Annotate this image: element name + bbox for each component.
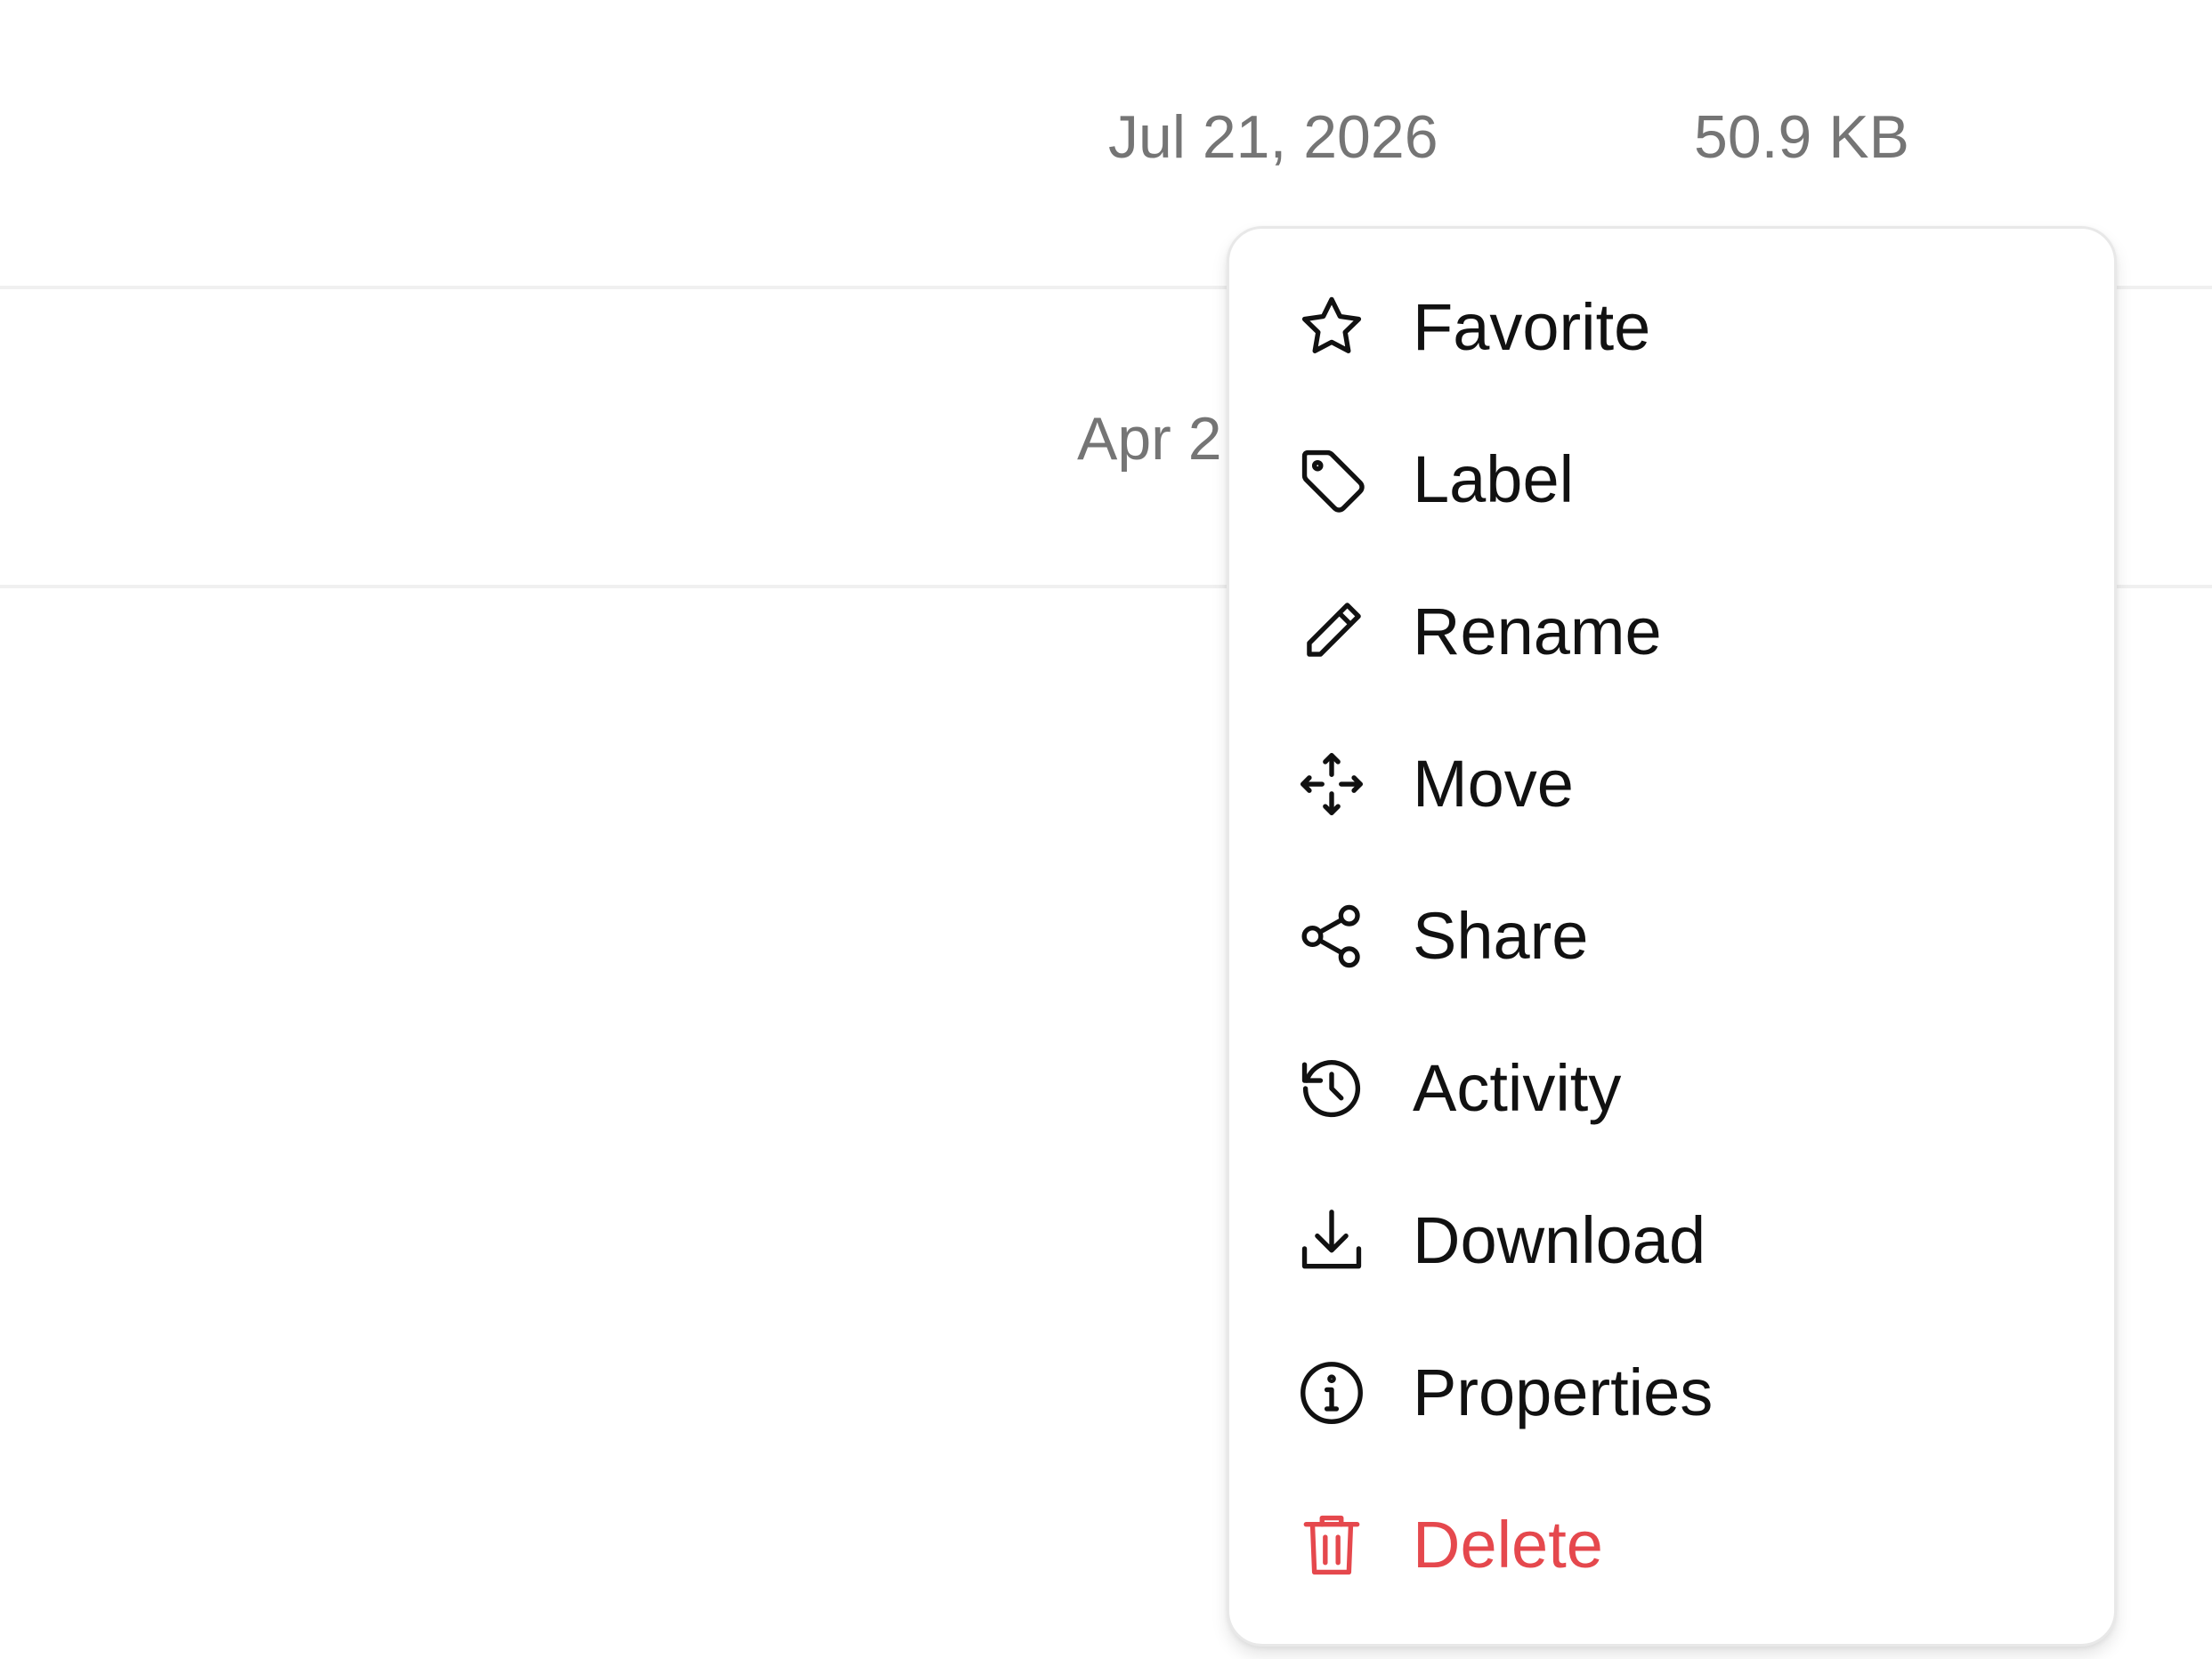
menu-item-move[interactable]: Move	[1229, 708, 2114, 860]
history-icon	[1292, 1048, 1372, 1129]
pencil-icon	[1292, 592, 1372, 672]
share-icon	[1292, 896, 1372, 976]
tag-icon	[1292, 440, 1372, 520]
menu-item-label: Delete	[1413, 1507, 1603, 1582]
menu-item-label-tag[interactable]: Label	[1229, 403, 2114, 555]
menu-item-favorite[interactable]: Favorite	[1229, 251, 2114, 403]
menu-item-label: Download	[1413, 1202, 1706, 1277]
menu-item-label: Properties	[1413, 1355, 1714, 1429]
menu-item-share[interactable]: Share	[1229, 860, 2114, 1012]
file-browser-page: Jul 21, 2026 50.9 KB Apr 2 Favorite Labe…	[0, 0, 2212, 1659]
menu-item-delete[interactable]: Delete	[1229, 1469, 2114, 1621]
modified-date-cell: Apr 2	[1077, 405, 1222, 473]
menu-item-label: Favorite	[1413, 289, 1651, 364]
menu-item-download[interactable]: Download	[1229, 1164, 2114, 1316]
modified-date-cell: Jul 21, 2026	[1108, 103, 1438, 171]
trash-icon	[1292, 1505, 1372, 1585]
download-icon	[1292, 1201, 1372, 1281]
info-icon	[1292, 1353, 1372, 1433]
context-menu: Favorite Label Rename Move Share Activit…	[1227, 226, 2117, 1647]
menu-item-activity[interactable]: Activity	[1229, 1012, 2114, 1164]
menu-item-label: Move	[1413, 746, 1574, 821]
star-icon	[1292, 287, 1372, 368]
file-size-cell: 50.9 KB	[1694, 103, 1909, 171]
menu-item-label: Activity	[1413, 1050, 1622, 1125]
menu-item-properties[interactable]: Properties	[1229, 1316, 2114, 1469]
menu-item-label: Share	[1413, 898, 1589, 973]
menu-item-label: Rename	[1413, 594, 1662, 668]
menu-item-label: Label	[1413, 441, 1575, 516]
menu-item-rename[interactable]: Rename	[1229, 555, 2114, 708]
move-arrows-icon	[1292, 744, 1372, 824]
